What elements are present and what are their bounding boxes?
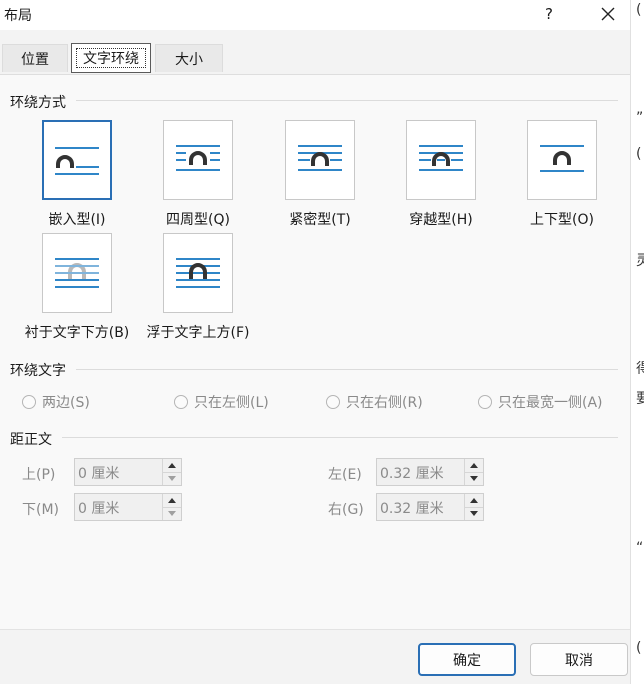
wrap-largest-side-radio[interactable]: 只在最宽一侧(A) (478, 392, 603, 412)
distance-right-label: 右(G) (328, 502, 364, 518)
radio-circle (478, 395, 492, 409)
background-text: ( (636, 640, 642, 656)
distance-top-label: 上(P) (22, 467, 56, 483)
spin-buttons (464, 459, 483, 485)
title-bar: 布局 ? (0, 0, 630, 30)
behind-text-wrap-icon (55, 258, 99, 288)
close-icon (601, 7, 615, 21)
wrap-both-sides-radio[interactable]: 两边(S) (22, 392, 90, 412)
caret-down-icon (168, 476, 176, 481)
tab-position[interactable]: 位置 (2, 44, 68, 72)
tab-label: 大小 (175, 51, 203, 68)
wrap-tight-label: 紧密型(T) (289, 212, 351, 228)
distance-bottom-spinner[interactable]: 0 厘米 (74, 493, 182, 521)
radio-circle (326, 395, 340, 409)
wrap-text-heading: 环绕文字 (10, 363, 66, 379)
distance-right-spinner[interactable]: 0.32 厘米 (376, 493, 484, 521)
spin-buttons (162, 494, 181, 520)
divider (76, 369, 618, 370)
wrap-left-only-radio[interactable]: 只在左侧(L) (174, 392, 269, 412)
radio-label: 只在右侧(R) (346, 395, 423, 411)
in-front-wrap-icon (176, 258, 220, 288)
distance-heading: 距正文 (10, 432, 52, 448)
background-text: 灵 (636, 253, 644, 269)
wrap-behind-text-label: 衬于文字下方(B) (24, 325, 130, 341)
spin-down-button[interactable] (163, 472, 181, 485)
wrap-in-front-option[interactable] (163, 233, 233, 313)
spin-up-button[interactable] (163, 459, 181, 473)
caret-up-icon (168, 498, 176, 503)
radio-label: 只在左侧(L) (194, 395, 269, 411)
inline-wrap-icon (55, 147, 99, 175)
caret-up-icon (470, 498, 478, 503)
tab-label: 文字环绕 (83, 51, 139, 67)
spin-down-button[interactable] (163, 507, 181, 520)
wrap-top-bottom-label: 上下型(O) (530, 212, 594, 228)
caret-down-icon (470, 511, 478, 516)
caret-down-icon (168, 511, 176, 516)
help-button[interactable]: ? (534, 3, 564, 25)
tight-wrap-icon (298, 145, 342, 171)
spin-up-button[interactable] (465, 494, 483, 508)
ok-button[interactable]: 确定 (418, 643, 516, 676)
background-text: ( (636, 2, 642, 18)
help-icon: ? (545, 5, 553, 23)
background-text: ” (636, 110, 644, 126)
tab-size[interactable]: 大小 (155, 44, 223, 72)
through-wrap-icon (419, 145, 463, 171)
spin-value: 0 厘米 (78, 466, 120, 482)
layout-dialog: 布局 ? 位置 文字环绕 大小 环绕方式 嵌入型(I) 四周型(Q) 紧密型(T… (0, 0, 630, 684)
background-text: 得 (636, 361, 644, 377)
wrap-inline-label: 嵌入型(I) (48, 212, 106, 228)
distance-left-spinner[interactable]: 0.32 厘米 (376, 458, 484, 486)
radio-label: 两边(S) (42, 395, 90, 411)
spin-value: 0.32 厘米 (380, 466, 444, 482)
wrap-right-only-radio[interactable]: 只在右侧(R) (326, 392, 423, 412)
spin-down-button[interactable] (465, 472, 483, 485)
caret-down-icon (470, 476, 478, 481)
spin-buttons (464, 494, 483, 520)
radio-circle (174, 395, 188, 409)
top-bottom-wrap-icon (540, 145, 584, 172)
close-button[interactable] (593, 3, 623, 25)
distance-top-spinner[interactable]: 0 厘米 (74, 458, 182, 486)
divider (76, 100, 618, 101)
caret-up-icon (168, 463, 176, 468)
divider (62, 437, 618, 438)
cancel-button[interactable]: 取消 (530, 643, 628, 676)
tab-label: 位置 (21, 51, 49, 68)
spin-value: 0.32 厘米 (380, 501, 444, 517)
square-wrap-icon (176, 145, 220, 171)
tab-strip: 位置 文字环绕 大小 (0, 30, 630, 74)
caret-up-icon (470, 463, 478, 468)
radio-label: 只在最宽一侧(A) (498, 395, 603, 411)
wrap-square-option[interactable] (163, 120, 233, 200)
wrap-inline-option[interactable] (42, 120, 112, 200)
radio-circle (22, 395, 36, 409)
background-document-strip (630, 0, 644, 684)
dialog-title: 布局 (4, 8, 32, 24)
spin-value: 0 厘米 (78, 501, 120, 517)
wrap-in-front-label: 浮于文字上方(F) (146, 325, 250, 341)
distance-left-label: 左(E) (328, 467, 362, 483)
spin-up-button[interactable] (163, 494, 181, 508)
spin-down-button[interactable] (465, 507, 483, 520)
wrap-through-label: 穿越型(H) (409, 212, 473, 228)
wrap-tight-option[interactable] (285, 120, 355, 200)
spin-up-button[interactable] (465, 459, 483, 473)
background-text: “ (636, 540, 644, 556)
tab-text-wrapping[interactable]: 文字环绕 (71, 43, 151, 73)
wrap-behind-text-option[interactable] (42, 233, 112, 313)
wrap-through-option[interactable] (406, 120, 476, 200)
text-wrapping-panel: 环绕方式 嵌入型(I) 四周型(Q) 紧密型(T) 穿越型(H) 上下型(O) … (0, 74, 630, 630)
wrap-square-label: 四周型(Q) (166, 212, 230, 228)
spin-buttons (162, 459, 181, 485)
wrap-top-bottom-option[interactable] (527, 120, 597, 200)
background-text: ( (636, 146, 642, 162)
distance-bottom-label: 下(M) (22, 502, 60, 518)
wrap-style-heading: 环绕方式 (10, 95, 66, 111)
background-text: 要 (636, 391, 644, 407)
